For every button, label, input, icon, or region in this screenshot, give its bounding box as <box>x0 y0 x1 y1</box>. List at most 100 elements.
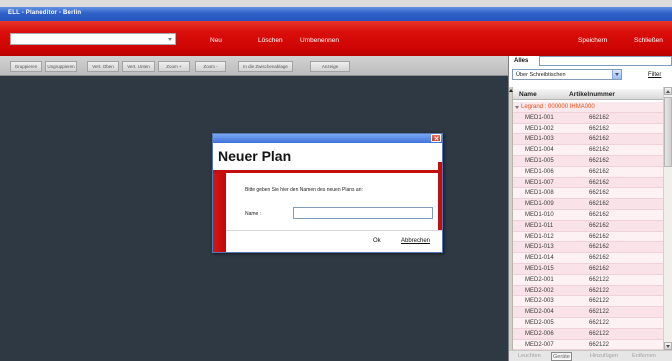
table-row[interactable]: MED1-004 662162 <box>513 145 663 156</box>
dialog-accent-rule <box>213 170 442 173</box>
filter-link[interactable]: Filter <box>648 72 661 78</box>
tab-entfernen[interactable]: Entfernen <box>631 352 657 361</box>
article-number-cell: 662162 <box>589 168 610 175</box>
plan-select[interactable] <box>10 33 176 45</box>
new-plan-dialog: Neuer Plan Bitte geben Sie hier den Name… <box>212 133 443 253</box>
search-input[interactable] <box>539 56 672 66</box>
article-name-cell: MED2-001 <box>525 276 554 283</box>
dialog-accent-edge <box>438 162 442 230</box>
search-label: Alles <box>514 58 529 64</box>
table-row[interactable]: MED2-001 662122 <box>513 274 663 286</box>
table-row[interactable]: MED1-002 662162 <box>513 123 663 135</box>
article-name-cell: MED2-005 <box>525 320 554 326</box>
article-name-cell: MED2-002 <box>525 287 554 294</box>
article-name-cell: MED2-003 <box>525 298 554 305</box>
table-row[interactable]: MED2-005 662122 <box>513 318 663 329</box>
table-row[interactable]: MED1-001 662162 <box>513 112 663 124</box>
article-number-cell: 662162 <box>589 244 610 251</box>
name-label: Name : <box>245 211 262 217</box>
article-name-cell: MED1-001 <box>525 114 554 121</box>
tool-ungroup-button[interactable]: Ungruppieren <box>45 61 77 72</box>
article-number-cell: 662162 <box>589 201 610 208</box>
tool-zoom-in-button[interactable]: Zoom + <box>158 61 190 72</box>
article-number-cell: 662162 <box>589 255 610 262</box>
table-row[interactable]: MED1-013 662162 <box>513 242 663 254</box>
group-row[interactable]: Legrand : 000000 IHMA000 <box>513 102 663 113</box>
column-header-article-number[interactable]: Artikelnummer <box>569 91 615 98</box>
expand-triangle-icon[interactable] <box>515 106 519 109</box>
dialog-accent-bar <box>213 173 226 252</box>
article-number-cell: 662162 <box>589 212 610 218</box>
article-number-cell: 662122 <box>589 309 610 316</box>
article-panel: Alles Über Schreibtischen Filter Name Ar… <box>508 56 672 361</box>
menu-delete[interactable]: Löschen <box>258 37 283 44</box>
title-bar[interactable]: ELL - Planeditor - Berlin <box>0 7 672 21</box>
menu-new[interactable]: Neu <box>210 37 222 44</box>
article-name-cell: MED1-011 <box>525 222 554 229</box>
table-row[interactable]: MED1-006 662162 <box>513 166 663 178</box>
menu-rename[interactable]: Umbenennen <box>300 37 339 44</box>
chevron-down-icon[interactable] <box>168 38 172 41</box>
table-row[interactable]: MED1-008 662162 <box>513 188 663 200</box>
ok-button[interactable]: Ok <box>373 238 381 244</box>
article-number-cell: 662122 <box>589 298 610 305</box>
dialog-prompt: Bitte geben Sie hier den Namen des neuen… <box>245 187 363 193</box>
article-number-cell: 662162 <box>589 114 610 121</box>
table-row[interactable]: MED1-015 662162 <box>513 264 663 275</box>
name-input[interactable] <box>293 207 433 219</box>
dialog-title-bar[interactable] <box>213 134 442 143</box>
tool-group-button[interactable]: Gruppieren <box>10 61 42 72</box>
tool-display-button[interactable]: Anzeige <box>310 61 350 72</box>
table-row[interactable]: MED2-006 662122 <box>513 328 663 340</box>
article-number-cell: 662122 <box>589 287 610 294</box>
table-header: Name Artikelnummer <box>513 89 663 100</box>
table-row[interactable]: MED2-007 662122 <box>513 339 663 350</box>
table-row[interactable]: MED1-011 662162 <box>513 220 663 232</box>
tab-leuchten[interactable]: Leuchten <box>517 352 542 361</box>
tab-hinzufuegen[interactable]: Hinzufügen <box>589 352 619 361</box>
scroll-thumb[interactable] <box>664 97 672 167</box>
tool-vertical-top-button[interactable]: Vert. Oben <box>87 61 119 72</box>
article-number-cell: 662162 <box>589 190 610 197</box>
tool-vertical-bottom-button[interactable]: Vert. Unten <box>122 61 155 72</box>
tool-zoom-out-button[interactable]: Zoom - <box>195 61 226 72</box>
close-icon[interactable] <box>431 134 441 142</box>
article-name-cell: MED2-007 <box>525 341 554 348</box>
window-title: ELL - Planeditor - Berlin <box>8 10 82 16</box>
article-number-cell: 662162 <box>589 233 610 240</box>
table-row[interactable]: MED1-012 662162 <box>513 231 663 243</box>
tool-clipboard-button[interactable]: In die Zwischenablage <box>238 61 293 72</box>
article-name-cell: MED1-002 <box>525 125 554 132</box>
dialog-separator <box>226 230 442 231</box>
tab-geraete[interactable]: Geräte <box>551 352 572 361</box>
table-row[interactable]: MED2-004 662122 <box>513 307 663 318</box>
article-number-cell: 662162 <box>589 158 610 164</box>
save-button[interactable]: Speichern <box>578 37 607 44</box>
table-row[interactable]: MED1-005 662162 <box>513 156 663 167</box>
vertical-scrollbar[interactable] <box>663 87 672 350</box>
table-row[interactable]: MED1-010 662162 <box>513 210 663 221</box>
scroll-up-button[interactable] <box>664 87 672 95</box>
close-button[interactable]: Schließen <box>634 37 663 44</box>
article-number-cell: 662162 <box>589 266 610 272</box>
table-row[interactable]: MED1-007 662162 <box>513 177 663 189</box>
cancel-button[interactable]: Abbrechen <box>401 238 430 244</box>
article-number-cell: 662162 <box>589 147 610 154</box>
table-row[interactable]: MED2-003 662122 <box>513 296 663 308</box>
table-row[interactable]: MED1-003 662162 <box>513 134 663 146</box>
table-row[interactable]: MED1-009 662162 <box>513 199 663 210</box>
chevron-down-icon <box>615 73 619 76</box>
category-dropdown-button[interactable] <box>612 70 621 79</box>
application-window: ELL - Planeditor - Berlin Neu Löschen Um… <box>0 0 672 361</box>
column-header-name[interactable]: Name <box>519 91 537 98</box>
article-name-cell: MED2-004 <box>525 309 554 316</box>
scroll-down-button[interactable] <box>664 342 672 350</box>
article-name-cell: MED1-005 <box>525 158 554 164</box>
table-row[interactable]: MED1-014 662162 <box>513 253 663 264</box>
article-number-cell: 662122 <box>589 320 610 326</box>
table-row[interactable]: MED2-002 662122 <box>513 285 663 297</box>
article-name-cell: MED1-013 <box>525 244 554 251</box>
category-select[interactable]: Über Schreibtischen <box>512 69 622 80</box>
dialog-heading: Neuer Plan <box>218 148 292 164</box>
scroll-down-icon <box>666 345 670 348</box>
